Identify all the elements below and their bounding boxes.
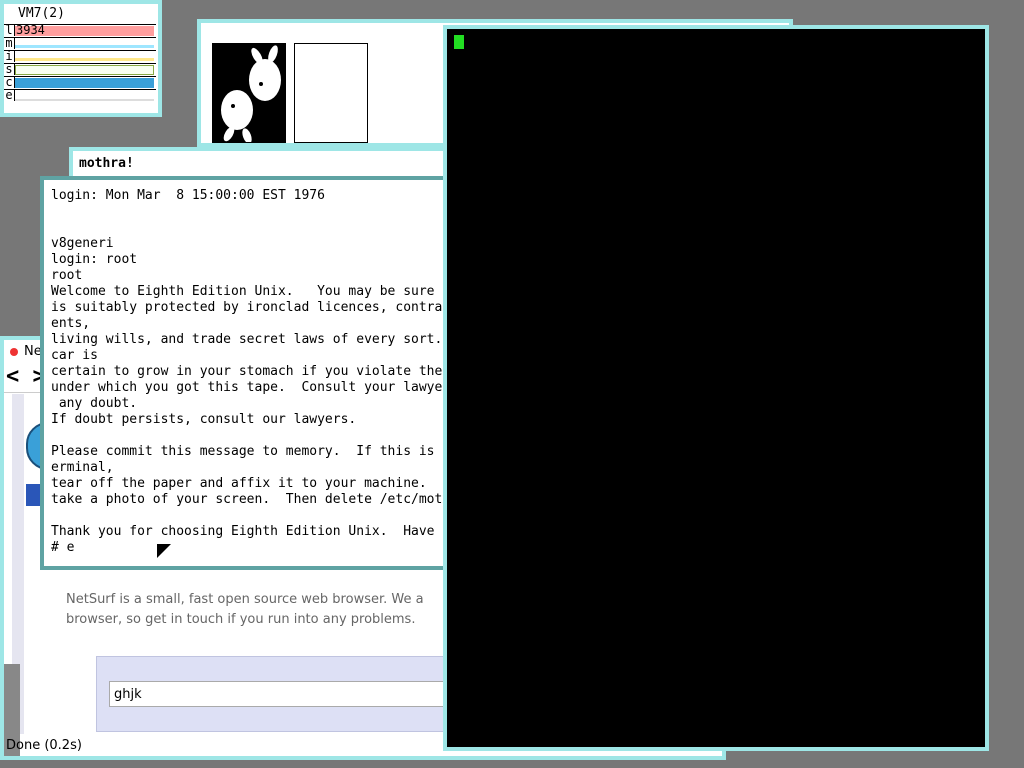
stats-bar (15, 91, 154, 101)
search-input[interactable]: ghjk (109, 681, 449, 707)
stats-row-l: l 3934 (4, 24, 156, 37)
terminal-line: take a photo of your screen. Then delete… (51, 492, 458, 507)
status-bar: Done (0.2s) (6, 738, 82, 753)
terminal-line: login: Mon Mar 8 15:00:00 EST 1976 (51, 188, 325, 203)
stats-row-e: e (4, 89, 156, 102)
stats-row-s: s (4, 63, 156, 76)
bunny-image[interactable] (212, 43, 286, 143)
terminal-line: any doubt. (51, 396, 138, 411)
mouse-cursor-icon (157, 544, 171, 558)
browser-title: Ne (10, 344, 42, 359)
text-cursor (454, 35, 464, 49)
back-icon[interactable]: < (6, 364, 19, 389)
stats-row-c: c (4, 76, 156, 89)
black-terminal-window[interactable] (443, 25, 989, 751)
stats-title: VM7(2) (18, 6, 65, 21)
terminal-line: # e (51, 540, 75, 555)
terminal-line: car is (51, 348, 98, 363)
search-box: ghjk (96, 656, 458, 732)
stats-row-i: i (4, 50, 156, 63)
stats-bar (15, 78, 154, 88)
stats-bar (15, 52, 154, 61)
mothra-title: mothra! (79, 156, 134, 171)
terminal-line: ents, (51, 316, 91, 331)
terminal-line: If doubt persists, consult our lawyers. (51, 412, 357, 427)
page-description: NetSurf is a small, fast open source web… (66, 592, 424, 627)
terminal-line: login: root (51, 252, 138, 267)
terminal-line: Welcome to Eighth Edition Unix. You may … (51, 284, 498, 299)
stats-window[interactable]: VM7(2) l 3934 m i s c e (0, 0, 162, 117)
blank-image[interactable] (294, 43, 368, 143)
netsurf-icon (10, 347, 18, 356)
terminal-line: root (51, 268, 83, 283)
stats-bar (15, 65, 154, 75)
stats-row-m: m (4, 37, 156, 50)
terminal-line: erminal, (51, 460, 114, 475)
stats-bar (15, 39, 154, 48)
terminal-line: v8generi (51, 236, 114, 251)
